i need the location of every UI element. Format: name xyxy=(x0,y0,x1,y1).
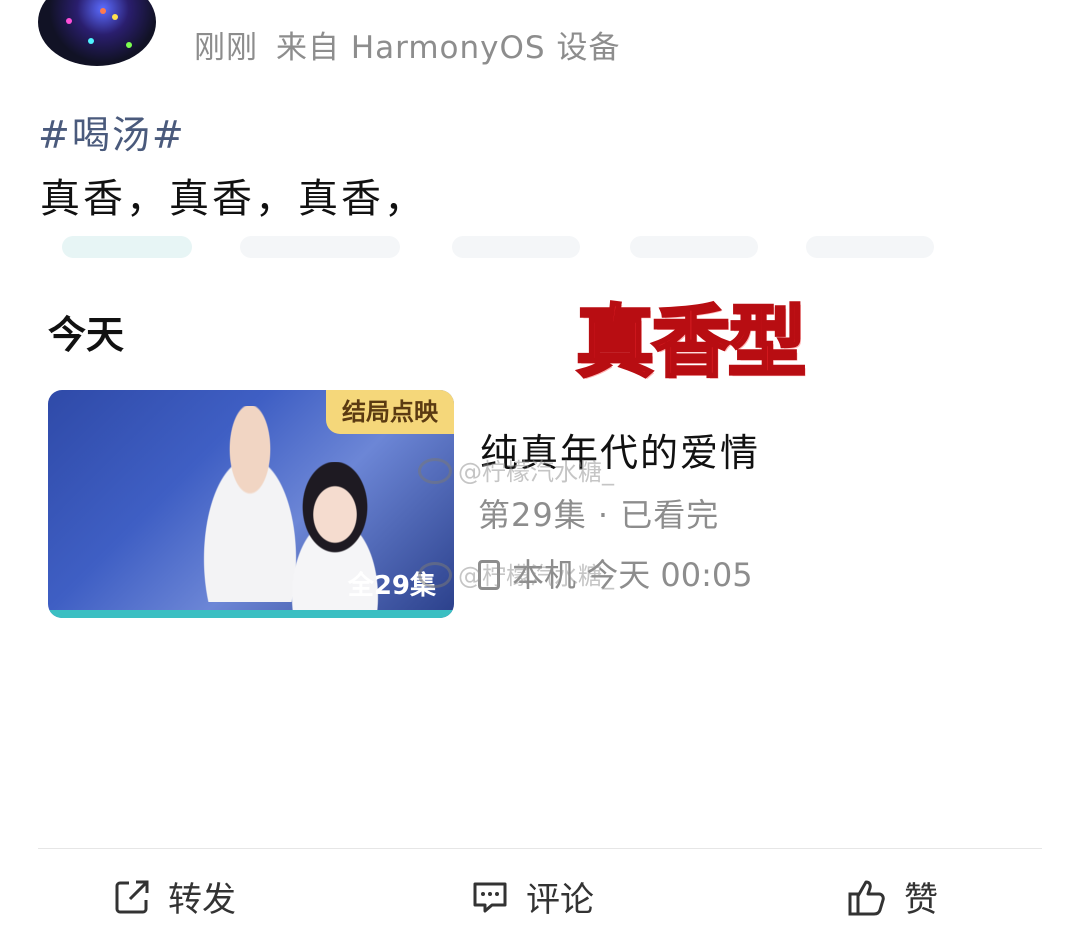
finale-badge: 结局点映 xyxy=(326,390,454,434)
filter-chip xyxy=(806,236,934,258)
progress-bar xyxy=(48,610,454,618)
drama-thumbnail[interactable]: 结局点映 全29集 xyxy=(48,390,454,618)
repost-label: 转发 xyxy=(168,880,236,920)
thumbs-up-icon xyxy=(848,880,885,915)
filter-chip xyxy=(240,236,400,258)
like-button[interactable]: 赞 xyxy=(846,872,938,921)
hashtag-link[interactable]: #喝汤# xyxy=(38,104,186,159)
post-source: 来自 HarmonyOS 设备 xyxy=(276,30,621,66)
user-avatar[interactable] xyxy=(38,0,156,66)
comment-label: 评论 xyxy=(526,880,594,920)
filter-chip xyxy=(630,236,758,258)
section-title-today: 今天 xyxy=(48,313,125,357)
weibo-icon xyxy=(418,562,452,588)
watermark: @柠檬汽水糖_ xyxy=(418,452,614,487)
like-label: 赞 xyxy=(904,880,938,920)
post-text: 真香，真香，真香， xyxy=(40,176,427,222)
comment-button[interactable]: 评论 xyxy=(470,872,594,921)
episode-status: 第29集 · 已看完 xyxy=(478,496,720,534)
weibo-icon xyxy=(418,458,452,484)
watermark: @柠檬汽水糖_ xyxy=(418,556,614,591)
overlay-caption: 真香型 xyxy=(574,297,807,390)
chat-bubble-icon xyxy=(473,882,507,912)
repost-button[interactable]: 转发 xyxy=(112,872,236,921)
post-meta: 刚刚 来自 HarmonyOS 设备 xyxy=(194,22,620,67)
footer-divider xyxy=(38,848,1042,849)
share-out-icon xyxy=(115,880,149,913)
filter-chip xyxy=(62,236,192,258)
post-time: 刚刚 xyxy=(194,30,258,66)
filter-chip xyxy=(452,236,580,258)
